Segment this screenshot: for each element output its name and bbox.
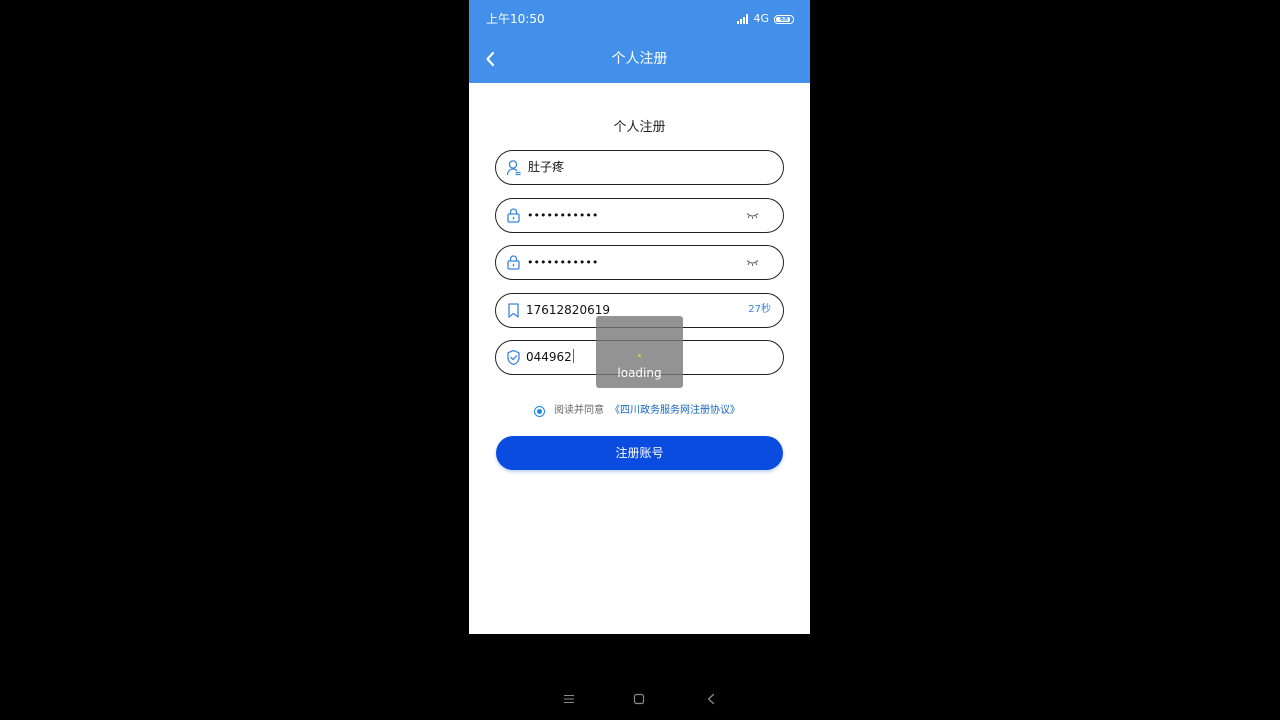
- menu-icon: [564, 694, 574, 704]
- lock-icon: [507, 208, 520, 223]
- page-title: 个人注册: [611, 51, 668, 67]
- loading-text: loading: [617, 366, 662, 380]
- nav-menu-button[interactable]: [556, 686, 582, 712]
- loading-spinner-icon: [638, 354, 641, 357]
- nav-home-button[interactable]: [626, 686, 652, 712]
- verification-code-input[interactable]: 044962: [526, 349, 574, 366]
- phone-screen: 上午10:50 4G 68 个人注册 个人注册 肚子疼 ••••••••••• …: [469, 0, 810, 634]
- username-field[interactable]: 肚子疼: [495, 150, 784, 185]
- password-field[interactable]: •••••••••••: [495, 198, 784, 233]
- password-input[interactable]: •••••••••••: [527, 207, 598, 224]
- text-cursor: [572, 349, 574, 363]
- bookmark-icon: [508, 303, 519, 318]
- user-icon: [506, 160, 521, 176]
- status-indicators: 4G 68: [737, 12, 794, 26]
- network-type: 4G: [753, 12, 769, 25]
- register-button[interactable]: 注册账号: [496, 436, 783, 470]
- signal-icon: [737, 14, 749, 24]
- agreement-row: 阅读并同意 《四川政务服务网注册协议》: [534, 403, 740, 419]
- verification-code-value: 044962: [526, 350, 572, 364]
- confirm-password-field[interactable]: •••••••••••: [495, 245, 784, 280]
- eye-closed-icon[interactable]: [746, 258, 759, 267]
- agreement-radio-icon[interactable]: [534, 405, 545, 417]
- loading-toast: loading: [596, 316, 683, 388]
- square-home-icon: [633, 693, 645, 705]
- username-input[interactable]: 肚子疼: [528, 159, 564, 176]
- agreement-link[interactable]: 《四川政务服务网注册协议》: [610, 404, 740, 418]
- agreement-text: 阅读并同意: [554, 405, 604, 416]
- shield-icon: [507, 349, 520, 366]
- sms-countdown-button[interactable]: 27秒: [748, 303, 771, 317]
- status-time: 上午10:50: [486, 12, 545, 26]
- triangle-back-icon: [707, 693, 715, 705]
- lock-icon: [507, 255, 520, 270]
- eye-closed-icon[interactable]: [746, 211, 759, 220]
- battery-icon: 68: [774, 14, 794, 24]
- confirm-password-input[interactable]: •••••••••••: [527, 254, 598, 271]
- battery-level: 68: [779, 15, 789, 23]
- form-title: 个人注册: [613, 120, 666, 135]
- system-nav-bar: [0, 686, 1280, 712]
- app-bar: 上午10:50 4G 68 个人注册: [469, 0, 810, 83]
- nav-back-button[interactable]: [698, 686, 724, 712]
